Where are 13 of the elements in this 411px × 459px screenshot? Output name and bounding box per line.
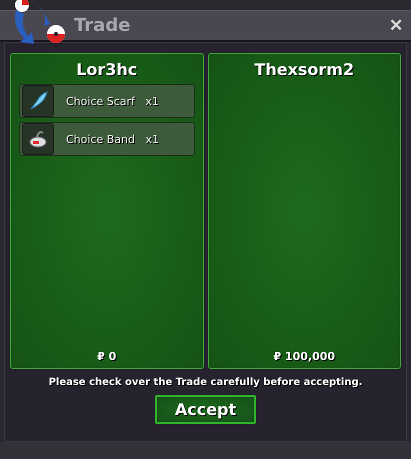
accept-button[interactable]: Accept <box>155 395 256 424</box>
item-label: Choice Scarf x1 <box>66 94 159 108</box>
trader-name: Lor3hc <box>76 60 138 79</box>
band-icon <box>27 128 49 150</box>
trade-item[interactable]: Choice Scarf x1 <box>19 84 194 118</box>
notice-text: Please check over the Trade carefully before accepting. <box>48 377 362 388</box>
trader-name: Thexsorm2 <box>254 60 354 79</box>
window-title: Trade <box>74 15 130 36</box>
close-button[interactable]: ✕ <box>387 15 405 36</box>
item-label: Choice Band x1 <box>66 132 159 146</box>
money-amount: ₽ 0 <box>97 350 116 363</box>
money-amount: ₽ 100,000 <box>273 350 336 363</box>
trade-item[interactable]: Choice Band x1 <box>19 122 194 156</box>
